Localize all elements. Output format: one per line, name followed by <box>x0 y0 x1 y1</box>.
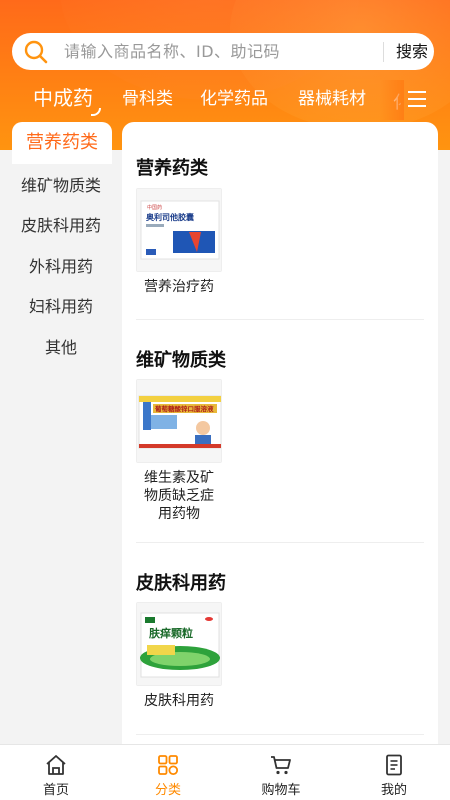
box-brand-text: 肤痒颗粒 <box>149 626 193 640</box>
menu-icon[interactable] <box>408 90 428 108</box>
product-label[interactable]: 皮肤科用药 <box>136 692 222 710</box>
nav-profile[interactable]: 我的 <box>338 745 450 800</box>
home-icon <box>46 755 66 775</box>
section-title: 维矿物质类 <box>136 350 226 371</box>
tab-guke[interactable]: 骨科类 <box>122 80 173 120</box>
sidebar: 营养药类 维矿物质类 皮肤科用药 外科用药 妇科用药 其他 <box>0 122 122 744</box>
sidebar-item-qita[interactable]: 其他 <box>0 328 122 368</box>
medicine-box-image: 葡萄糖酸锌口服溶液 <box>137 380 221 462</box>
nav-home[interactable]: 首页 <box>0 745 112 800</box>
section-title: 皮肤科用药 <box>136 573 226 594</box>
tab-qixie[interactable]: 器械耗材 <box>298 80 366 120</box>
nav-label: 分类 <box>154 783 181 798</box>
box-brand-text: 奥利司他胶囊 <box>145 212 195 222</box>
category-content: 营养药类 中国药 奥利司他胶囊 营养治疗药 维矿物质类 葡萄糖酸锌口服溶液 维生… <box>122 122 438 744</box>
search-button[interactable]: 搜索 <box>396 33 428 70</box>
tab-zhongchengyao[interactable]: 中成药 <box>33 80 101 120</box>
section-divider <box>136 542 424 543</box>
product-label-line: 用药物 <box>158 506 200 522</box>
nav-label: 购物车 <box>261 783 301 798</box>
tab-fade <box>380 80 404 120</box>
sidebar-item-waike[interactable]: 外科用药 <box>0 247 122 287</box>
search-bar[interactable]: 请输入商品名称、ID、助记码 搜索 <box>12 33 434 70</box>
tab-huaxue[interactable]: 化学药品 <box>200 80 268 120</box>
search-divider <box>383 42 384 62</box>
category-icon <box>158 755 179 776</box>
box-brand-text: 葡萄糖酸锌口服溶液 <box>154 404 214 413</box>
bottom-nav: 首页 分类 购物车 我的 <box>0 744 450 800</box>
box-tag-text: 中国药 <box>147 204 162 211</box>
sidebar-item-fuke[interactable]: 妇科用药 <box>0 287 122 327</box>
medicine-box-image: 中国药 奥利司他胶囊 <box>137 189 221 271</box>
nav-category[interactable]: 分类 <box>112 745 224 800</box>
product-image[interactable]: 中国药 奥利司他胶囊 <box>136 188 222 272</box>
section-divider <box>136 319 424 320</box>
profile-icon <box>386 754 402 776</box>
search-input[interactable]: 请输入商品名称、ID、助记码 <box>64 33 280 70</box>
section-divider <box>136 734 424 735</box>
product-label[interactable]: 维生素及矿 物质缺乏症 用药物 <box>136 469 222 523</box>
product-label-line: 维生素及矿 <box>144 470 214 486</box>
active-tab-indicator <box>91 108 101 116</box>
section-title: 营养药类 <box>136 158 208 179</box>
sidebar-item-pifu[interactable]: 皮肤科用药 <box>0 206 122 246</box>
cart-icon <box>271 756 291 775</box>
sidebar-item-yingyang[interactable]: 营养药类 <box>12 122 112 164</box>
medicine-box-image: 肤痒颗粒 <box>137 603 221 685</box>
nav-cart[interactable]: 购物车 <box>225 745 337 800</box>
tab-label: 中成药 <box>33 86 93 110</box>
search-icon <box>24 40 48 64</box>
product-label-line: 物质缺乏症 <box>144 488 214 504</box>
nav-label: 我的 <box>380 783 407 798</box>
product-image[interactable]: 葡萄糖酸锌口服溶液 <box>136 379 222 463</box>
product-image[interactable]: 肤痒颗粒 <box>136 602 222 686</box>
nav-label: 首页 <box>42 783 69 798</box>
product-label[interactable]: 营养治疗药 <box>136 278 222 296</box>
sidebar-item-weikuang[interactable]: 维矿物质类 <box>0 166 122 206</box>
